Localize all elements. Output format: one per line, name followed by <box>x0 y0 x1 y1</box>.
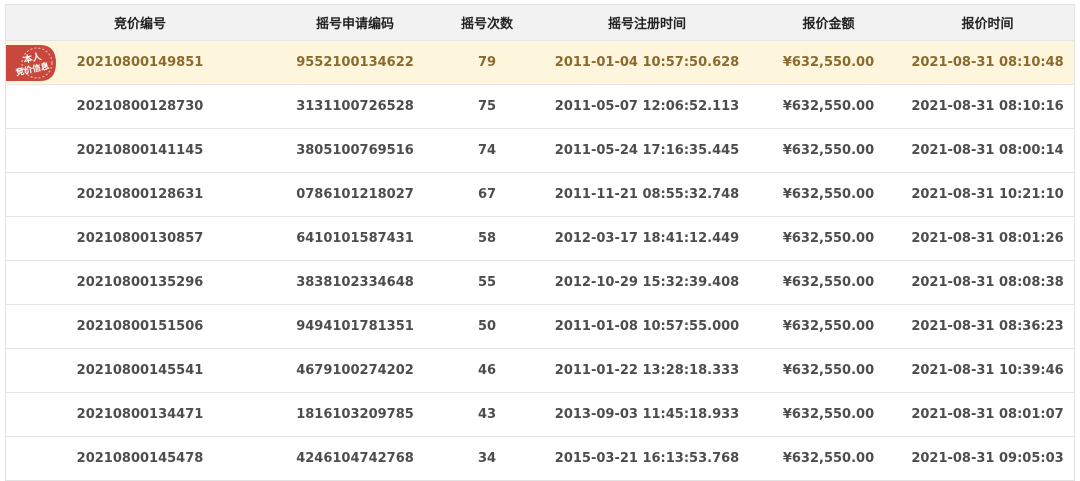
cell-bid-time: 2021-08-31 09:05:03 <box>911 451 1064 466</box>
cell-bid-amount: ¥632,550.00 <box>782 187 875 202</box>
cell-bid-amount: ¥632,550.00 <box>782 363 875 378</box>
column-header-registration-time: 摇号注册时间 <box>607 17 686 32</box>
cell-bid-amount: ¥632,550.00 <box>782 451 875 466</box>
cell-registration-time: 2011-01-22 13:28:18.333 <box>554 363 740 378</box>
cell-lottery-code: 9494101781351 <box>296 319 414 334</box>
table-row-own-bid: 本人 竞价信息 20210800149851 9552100134622 79 … <box>6 41 1074 85</box>
cell-lottery-count: 50 <box>477 319 497 334</box>
cell-lottery-count: 43 <box>477 407 497 422</box>
cell-bid-id: 20210800145478 <box>76 451 204 466</box>
cell-bid-id: 20210800128631 <box>76 187 204 202</box>
column-header-bid-id: 竞价编号 <box>113 17 166 32</box>
column-header-lottery-code: 摇号申请编码 <box>315 17 394 32</box>
cell-lottery-code: 4679100274202 <box>296 363 414 378</box>
cell-registration-time: 2015-03-21 16:13:53.768 <box>554 451 740 466</box>
cell-bid-id: 20210800134471 <box>76 407 204 422</box>
table-row: 20210800145478 4246104742768 34 2015-03-… <box>6 437 1074 480</box>
table-row: 20210800135296 3838102334648 55 2012-10-… <box>6 261 1074 305</box>
cell-bid-time: 2021-08-31 10:39:46 <box>911 363 1064 378</box>
cell-bid-time: 2021-08-31 08:10:16 <box>911 99 1064 114</box>
column-header-lottery-count: 摇号次数 <box>460 17 513 32</box>
cell-bid-amount: ¥632,550.00 <box>782 143 875 158</box>
table-row: 20210800128730 3131100726528 75 2011-05-… <box>6 85 1074 129</box>
column-header-bid-amount: 报价金额 <box>802 17 855 32</box>
cell-bid-amount: ¥632,550.00 <box>782 319 875 334</box>
cell-bid-time: 2021-08-31 10:21:10 <box>911 187 1064 202</box>
cell-lottery-count: 74 <box>477 143 497 158</box>
bid-results-table: 竞价编号 摇号申请编码 摇号次数 摇号注册时间 报价金额 报价时间 本人 竞价信… <box>5 4 1075 481</box>
cell-lottery-code: 4246104742768 <box>296 451 414 466</box>
cell-bid-time: 2021-08-31 08:01:26 <box>911 231 1064 246</box>
cell-bid-amount: ¥632,550.00 <box>782 99 875 114</box>
cell-bid-time: 2021-08-31 08:08:38 <box>911 275 1064 290</box>
cell-lottery-code: 3805100769516 <box>296 143 414 158</box>
cell-bid-amount: ¥632,550.00 <box>782 275 875 290</box>
column-header-bid-time: 报价时间 <box>961 17 1014 32</box>
table-row: 20210800151506 9494101781351 50 2011-01-… <box>6 305 1074 349</box>
cell-bid-time: 2021-08-31 08:36:23 <box>911 319 1064 334</box>
table-row: 20210800145541 4679100274202 46 2011-01-… <box>6 349 1074 393</box>
cell-registration-time: 2011-01-08 10:57:55.000 <box>554 319 740 334</box>
cell-lottery-count: 79 <box>477 55 497 70</box>
cell-bid-id: 20210800130857 <box>76 231 204 246</box>
cell-registration-time: 2013-09-03 11:45:18.933 <box>554 407 740 422</box>
cell-registration-time: 2011-01-04 10:57:50.628 <box>554 55 740 70</box>
cell-lottery-count: 46 <box>477 363 497 378</box>
table-row: 20210800128631 0786101218027 67 2011-11-… <box>6 173 1074 217</box>
cell-lottery-count: 75 <box>477 99 497 114</box>
cell-bid-id: 20210800128730 <box>76 99 204 114</box>
cell-bid-time: 2021-08-31 08:00:14 <box>911 143 1064 158</box>
cell-bid-id: 20210800145541 <box>76 363 204 378</box>
own-bid-badge: 本人 竞价信息 <box>6 45 56 81</box>
cell-lottery-code: 9552100134622 <box>296 55 414 70</box>
table-row: 20210800134471 1816103209785 43 2013-09-… <box>6 393 1074 437</box>
cell-registration-time: 2011-11-21 08:55:32.748 <box>554 187 740 202</box>
cell-lottery-count: 58 <box>477 231 497 246</box>
cell-registration-time: 2011-05-24 17:16:35.445 <box>554 143 740 158</box>
cell-lottery-code: 3838102334648 <box>296 275 414 290</box>
cell-lottery-code: 3131100726528 <box>296 99 414 114</box>
cell-bid-amount: ¥632,550.00 <box>782 407 875 422</box>
cell-registration-time: 2011-05-07 12:06:52.113 <box>554 99 740 114</box>
cell-lottery-code: 6410101587431 <box>296 231 414 246</box>
cell-registration-time: 2012-03-17 18:41:12.449 <box>554 231 740 246</box>
cell-bid-time: 2021-08-31 08:10:48 <box>911 55 1064 70</box>
table-header: 竞价编号 摇号申请编码 摇号次数 摇号注册时间 报价金额 报价时间 <box>6 5 1074 41</box>
table-row: 20210800130857 6410101587431 58 2012-03-… <box>6 217 1074 261</box>
cell-bid-id: 20210800135296 <box>76 275 204 290</box>
cell-lottery-code: 1816103209785 <box>296 407 414 422</box>
cell-lottery-count: 67 <box>477 187 497 202</box>
cell-registration-time: 2012-10-29 15:32:39.408 <box>554 275 740 290</box>
cell-lottery-code: 0786101218027 <box>296 187 414 202</box>
cell-bid-amount: ¥632,550.00 <box>782 55 875 70</box>
cell-bid-id: 20210800151506 <box>76 319 204 334</box>
table-row: 20210800141145 3805100769516 74 2011-05-… <box>6 129 1074 173</box>
cell-bid-id: 20210800141145 <box>76 143 204 158</box>
cell-bid-amount: ¥632,550.00 <box>782 231 875 246</box>
cell-bid-time: 2021-08-31 08:01:07 <box>911 407 1064 422</box>
cell-lottery-count: 55 <box>477 275 497 290</box>
cell-lottery-count: 34 <box>477 451 497 466</box>
